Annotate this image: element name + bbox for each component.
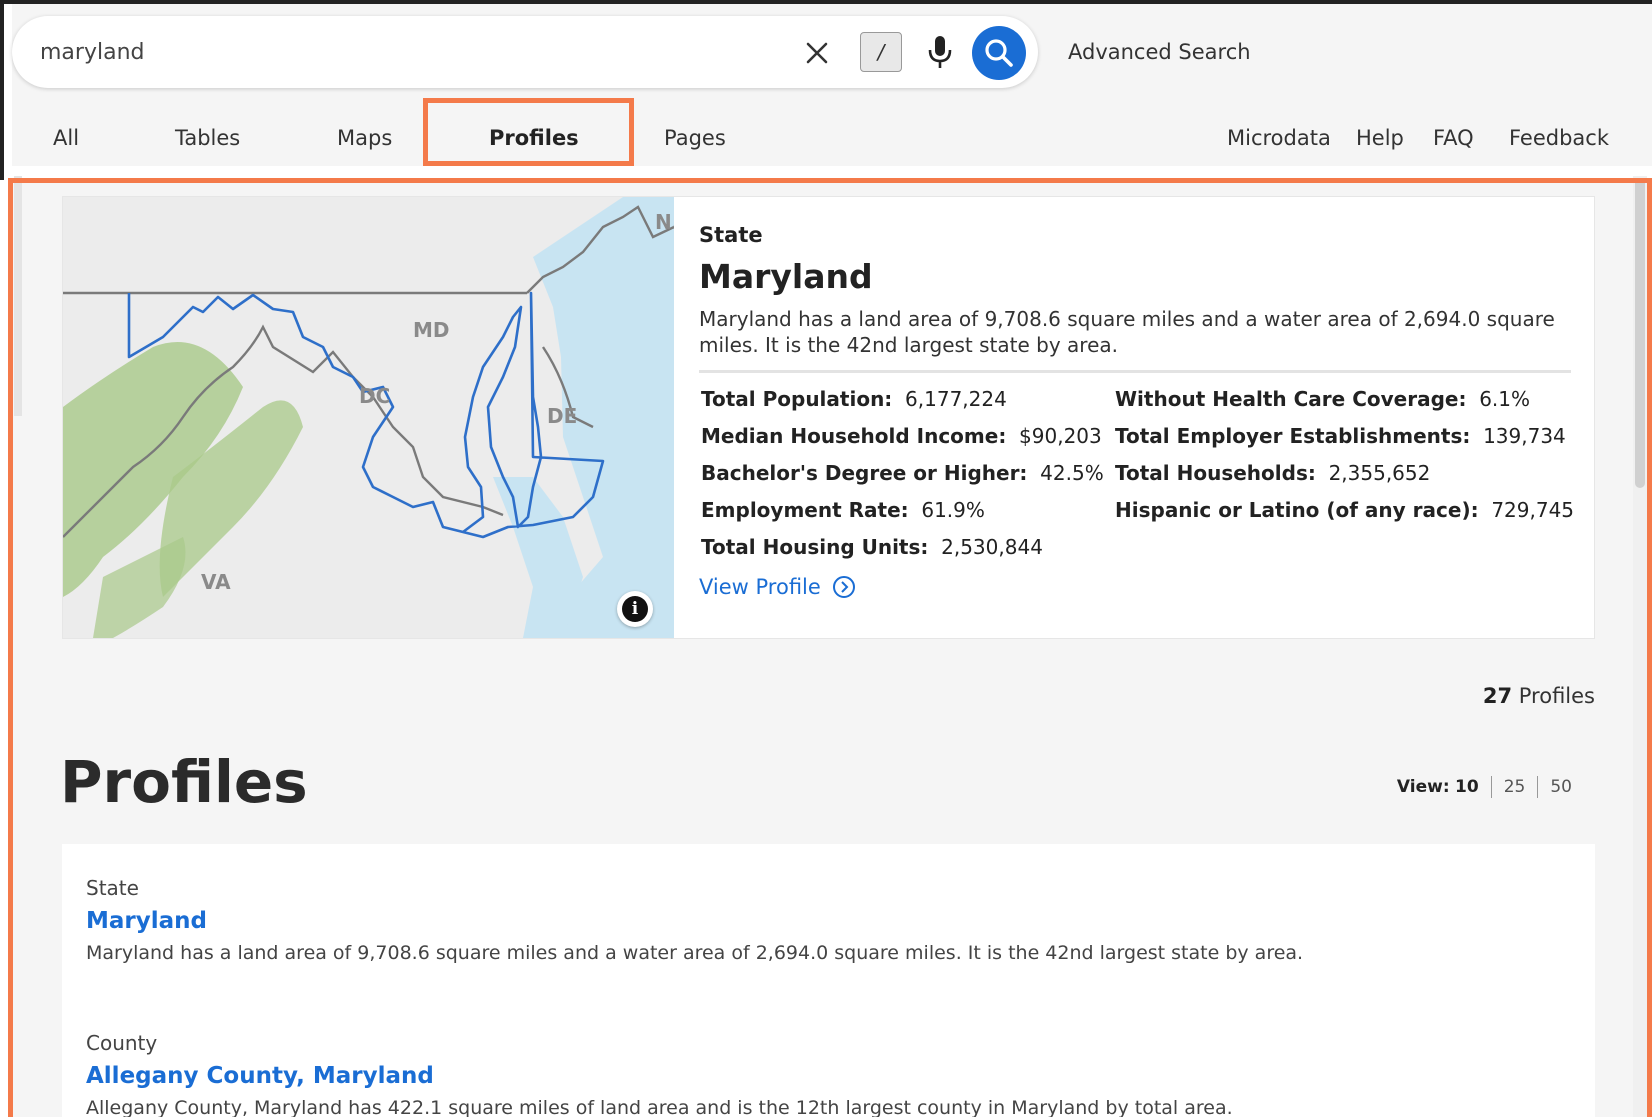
voice-search-button[interactable] xyxy=(920,32,960,72)
keyboard-shortcut-hint: / xyxy=(860,32,902,72)
tab-pages[interactable]: Pages xyxy=(664,126,726,150)
tab-highlight-box xyxy=(423,98,634,166)
search-input[interactable] xyxy=(40,34,780,70)
search-submit-button[interactable] xyxy=(972,26,1026,80)
content-highlight-box xyxy=(8,178,1652,1117)
window-frame-left xyxy=(0,0,4,180)
search-header: / Advanced Search All Tables Maps Profil… xyxy=(12,4,1652,166)
close-icon xyxy=(806,42,828,64)
clear-search-button[interactable] xyxy=(800,36,834,70)
advanced-search-link[interactable]: Advanced Search xyxy=(1068,40,1251,64)
microphone-icon xyxy=(928,36,952,68)
nav-link-faq[interactable]: FAQ xyxy=(1433,126,1474,150)
tab-maps[interactable]: Maps xyxy=(337,126,392,150)
nav-link-feedback[interactable]: Feedback xyxy=(1509,126,1609,150)
search-icon xyxy=(985,39,1013,67)
search-box: / xyxy=(12,16,1038,88)
nav-link-microdata[interactable]: Microdata xyxy=(1227,126,1331,150)
tab-all[interactable]: All xyxy=(53,126,79,150)
nav-link-help[interactable]: Help xyxy=(1356,126,1404,150)
tab-tables[interactable]: Tables xyxy=(175,126,240,150)
